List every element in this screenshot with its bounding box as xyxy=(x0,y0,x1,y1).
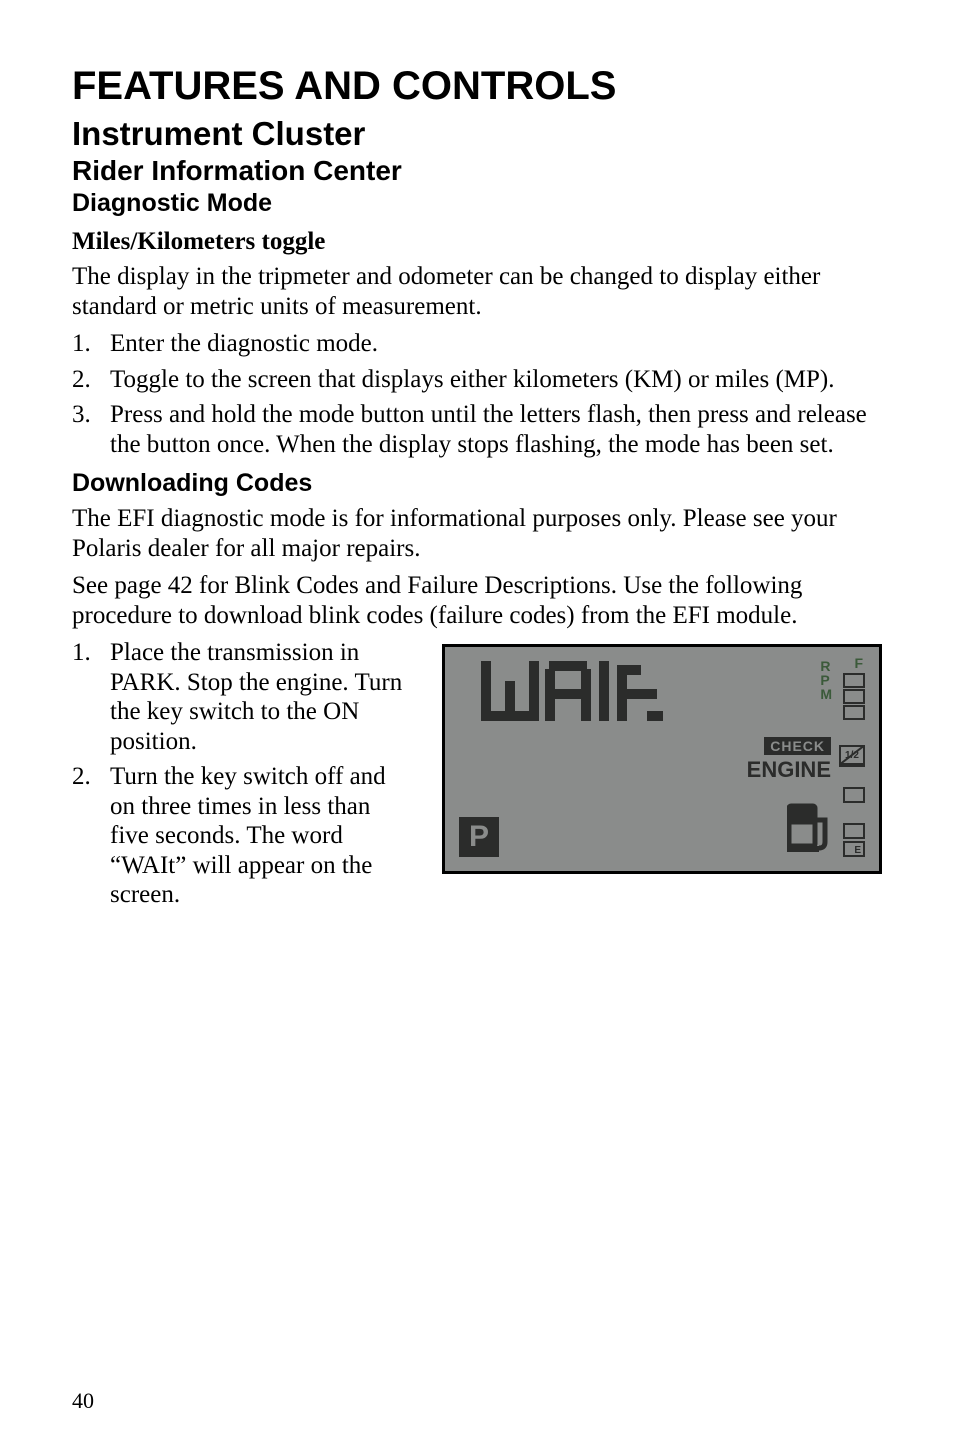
list-item: 1.Enter the diagnostic mode. xyxy=(72,329,882,359)
lcd-gear-p: P xyxy=(820,673,831,687)
lcd-fuel-segment-icon xyxy=(843,787,865,803)
list-text: Toggle to the screen that displays eithe… xyxy=(110,365,882,395)
miles-km-steps: 1.Enter the diagnostic mode. 2.Toggle to… xyxy=(72,329,882,459)
miles-km-heading: Miles/Kilometers toggle xyxy=(72,228,882,256)
lcd-seg-a-icon xyxy=(545,661,591,721)
list-number: 2. xyxy=(72,762,110,910)
lcd-fuel-half-diag-icon xyxy=(839,745,865,765)
lcd-seg-t-icon xyxy=(617,661,663,721)
list-item: 3.Press and hold the mode button until t… xyxy=(72,400,882,459)
lcd-gear-boxes-icon xyxy=(843,659,865,720)
lcd-seg-w-icon xyxy=(481,661,539,721)
section-heading: FEATURES AND CONTROLS xyxy=(72,64,882,109)
lcd-engine-label: ENGINE xyxy=(747,757,831,783)
lcd-display-figure: R P M F CHECK ENGINE 1/2 xyxy=(442,644,882,874)
lcd-check-label: CHECK xyxy=(764,737,831,755)
list-number: 1. xyxy=(72,638,110,756)
subsection-heading: Instrument Cluster xyxy=(72,115,882,153)
lcd-gear-r: R xyxy=(820,659,831,673)
lcd-fuel-empty-label xyxy=(843,841,865,857)
downloading-codes-p2: See page 42 for Blink Codes and Failure … xyxy=(72,571,882,630)
lcd-gear-indicator: R P M xyxy=(820,659,831,701)
downloading-codes-steps: 1.Place the transmission in PARK. Stop t… xyxy=(72,638,414,910)
lcd-divider-icon xyxy=(839,765,865,767)
lcd-fuel-level-bars-icon xyxy=(843,823,865,857)
lcd-fuel-pump-icon xyxy=(787,800,835,857)
list-text: Turn the key switch off and on three tim… xyxy=(110,762,414,910)
list-text: Press and hold the mode button until the… xyxy=(110,400,882,459)
lcd-wait-text xyxy=(481,661,663,721)
list-text: Enter the diagnostic mode. xyxy=(110,329,882,359)
list-item: 2.Toggle to the screen that displays eit… xyxy=(72,365,882,395)
miles-km-intro: The display in the tripmeter and odomete… xyxy=(72,262,882,321)
downloading-codes-p1: The EFI diagnostic mode is for informati… xyxy=(72,504,882,563)
list-number: 3. xyxy=(72,400,110,459)
lcd-gear-m: M xyxy=(820,687,831,701)
list-number: 2. xyxy=(72,365,110,395)
downloading-codes-heading: Downloading Codes xyxy=(72,469,882,498)
lcd-park-indicator: P xyxy=(459,817,499,857)
topic-heading: Diagnostic Mode xyxy=(72,189,882,218)
list-item: 1.Place the transmission in PARK. Stop t… xyxy=(72,638,414,756)
list-item: 2.Turn the key switch off and on three t… xyxy=(72,762,414,910)
list-number: 1. xyxy=(72,329,110,359)
lcd-seg-i-icon xyxy=(597,661,611,721)
page-number: 40 xyxy=(72,1388,94,1414)
list-text: Place the transmission in PARK. Stop the… xyxy=(110,638,414,756)
subsubsection-heading: Rider Information Center xyxy=(72,155,882,187)
